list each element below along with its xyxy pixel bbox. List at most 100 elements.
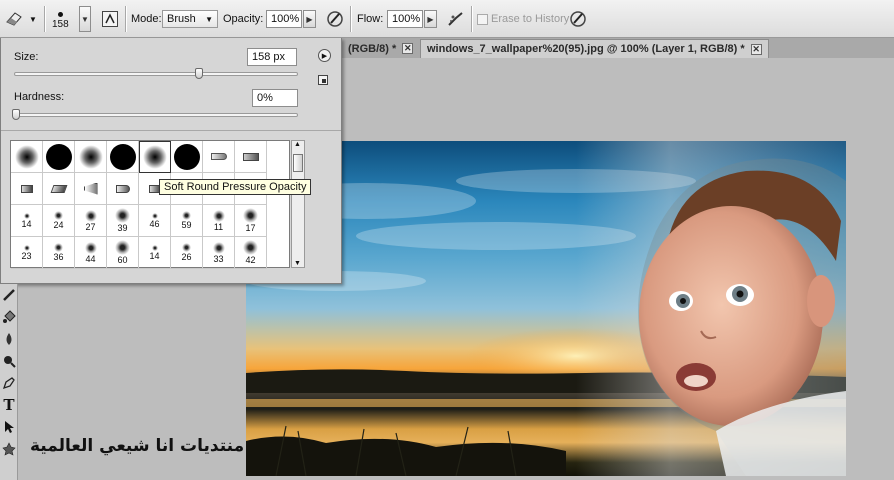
preset-size-label: 17: [245, 223, 256, 233]
scroll-thumb[interactable]: [293, 154, 303, 172]
flow-slider-button[interactable]: ▶: [424, 10, 437, 28]
scatter-tip-icon: [84, 241, 97, 254]
type-tool-icon[interactable]: T: [1, 396, 17, 414]
preset-grid-scrollbar[interactable]: ▲ ▼: [291, 140, 305, 268]
scatter-tip-icon: [182, 211, 191, 220]
flow-input[interactable]: 100%: [387, 10, 423, 28]
document-tab-bar: (RGB/8) * ✕ windows_7_wallpaper%20(95).j…: [342, 38, 894, 58]
scroll-down-icon[interactable]: ▼: [294, 260, 301, 267]
panel-menu-button[interactable]: ▶: [318, 49, 331, 62]
preset-size-label: 59: [181, 220, 192, 230]
paint-bucket-icon[interactable]: [1, 308, 17, 326]
preset-size-label: 11: [213, 221, 224, 232]
preset-size-label: 42: [245, 255, 256, 265]
eraser-icon: [4, 9, 26, 30]
scroll-up-icon[interactable]: ▲: [294, 141, 301, 148]
opacity-label: Opacity:: [223, 13, 264, 25]
size-input[interactable]: 158 px: [247, 48, 297, 66]
preset-sampled-brush[interactable]: 59: [171, 205, 203, 237]
close-icon[interactable]: ✕: [750, 43, 762, 55]
pressure-size-icon[interactable]: [567, 8, 589, 30]
chevron-down-icon: ▼: [205, 15, 213, 24]
brush-panel-toggle-icon[interactable]: [99, 8, 121, 30]
preset-chalk[interactable]: [235, 141, 267, 173]
preset-sampled-brush[interactable]: 26: [171, 237, 203, 269]
round-tip-icon: [115, 184, 130, 193]
preset-size-label: 27: [85, 221, 96, 232]
tab-document-1[interactable]: (RGB/8) * ✕: [342, 39, 419, 58]
hardness-slider-thumb[interactable]: [12, 109, 20, 120]
marker-tip-icon: [20, 184, 33, 193]
preset-fan[interactable]: [75, 173, 107, 205]
erase-to-history-checkbox[interactable]: [477, 13, 488, 25]
preset-sampled-brush[interactable]: 23: [11, 237, 43, 269]
tab-label: windows_7_wallpaper%20(95).jpg @ 100% (L…: [427, 43, 745, 55]
size-slider-track[interactable]: [14, 72, 298, 76]
new-preset-icon[interactable]: [318, 75, 328, 85]
scatter-tip-icon: [182, 243, 191, 252]
preset-soft-round-pressure-opacity[interactable]: [139, 141, 171, 173]
preset-hard-round[interactable]: [43, 141, 75, 173]
pressure-opacity-icon[interactable]: [324, 8, 346, 30]
pen-tool-icon[interactable]: [1, 374, 17, 392]
hardness-slider-track[interactable]: [14, 113, 298, 117]
scatter-tip-icon: [23, 212, 30, 219]
scatter-tip-icon: [54, 211, 63, 220]
options-bar: ▼ 158 ▼ Mode: Brush ▼ Opacity: 100% ▶ Fl…: [0, 0, 894, 38]
preset-hard-round[interactable]: [171, 141, 203, 173]
chevron-down-icon: ▼: [29, 14, 37, 24]
preset-hard-round[interactable]: [107, 141, 139, 173]
flat-tip-icon: [50, 184, 67, 193]
shape-tool-icon[interactable]: [1, 440, 17, 458]
preset-sampled-brush[interactable]: 46: [139, 205, 171, 237]
preset-marker[interactable]: [11, 173, 43, 205]
preset-size-label: 60: [117, 255, 128, 265]
size-slider-thumb[interactable]: [194, 68, 203, 79]
preset-sampled-brush[interactable]: 39: [107, 205, 139, 237]
scatter-tip-icon: [115, 208, 130, 223]
preset-sampled-brush[interactable]: 24: [43, 205, 75, 237]
preset-sampled-brush[interactable]: 11: [203, 205, 235, 237]
blur-icon[interactable]: [1, 330, 17, 348]
tool-preset-picker[interactable]: ▼: [4, 0, 37, 38]
hardness-label: Hardness:: [14, 91, 65, 103]
scatter-tip-icon: [151, 212, 158, 219]
preset-sampled-brush[interactable]: 44: [75, 237, 107, 269]
preset-sampled-brush[interactable]: 36: [43, 237, 75, 269]
opacity-input[interactable]: 100%: [266, 10, 302, 28]
brush-tool-icon[interactable]: [1, 286, 17, 304]
preset-airbrush[interactable]: [203, 141, 235, 173]
preset-sampled-brush[interactable]: 17: [235, 205, 267, 237]
preset-tooltip: Soft Round Pressure Opacity: [159, 179, 312, 195]
preset-soft-round[interactable]: [75, 141, 107, 173]
close-icon[interactable]: ✕: [402, 43, 414, 54]
tab-document-2[interactable]: windows_7_wallpaper%20(95).jpg @ 100% (L…: [420, 39, 769, 58]
preset-soft-round[interactable]: [11, 141, 43, 173]
brush-tip-icon: [45, 143, 72, 170]
preset-sampled-brush[interactable]: 60: [107, 237, 139, 269]
preset-flat[interactable]: [43, 173, 75, 205]
scatter-tip-icon: [54, 243, 63, 252]
preset-sampled-brush[interactable]: 14: [139, 237, 171, 269]
mode-select-value: Brush: [167, 13, 196, 25]
scatter-tip-icon: [151, 244, 158, 251]
hardness-input[interactable]: 0%: [252, 89, 298, 107]
preset-sampled-brush[interactable]: 33: [203, 237, 235, 269]
airbrush-icon[interactable]: [445, 8, 467, 30]
panel-divider: [1, 130, 341, 131]
preset-size-label: 44: [85, 253, 96, 264]
preset-round-bristle[interactable]: [107, 173, 139, 205]
preset-size-label: 36: [53, 252, 64, 262]
mode-select[interactable]: Brush ▼: [162, 10, 218, 28]
brush-picker-button[interactable]: ▼: [79, 6, 91, 32]
brush-tip-icon: [109, 143, 136, 170]
dodge-icon[interactable]: [1, 352, 17, 370]
preset-sampled-brush[interactable]: 42: [235, 237, 267, 269]
brush-tip-icon: [142, 144, 167, 169]
brush-size-preview[interactable]: 158: [52, 0, 69, 38]
preset-sampled-brush[interactable]: 14: [11, 205, 43, 237]
opacity-slider-button[interactable]: ▶: [303, 10, 316, 28]
path-selection-icon[interactable]: [1, 418, 17, 436]
preset-sampled-brush[interactable]: 27: [75, 205, 107, 237]
play-arrow-icon: ▶: [321, 52, 328, 60]
